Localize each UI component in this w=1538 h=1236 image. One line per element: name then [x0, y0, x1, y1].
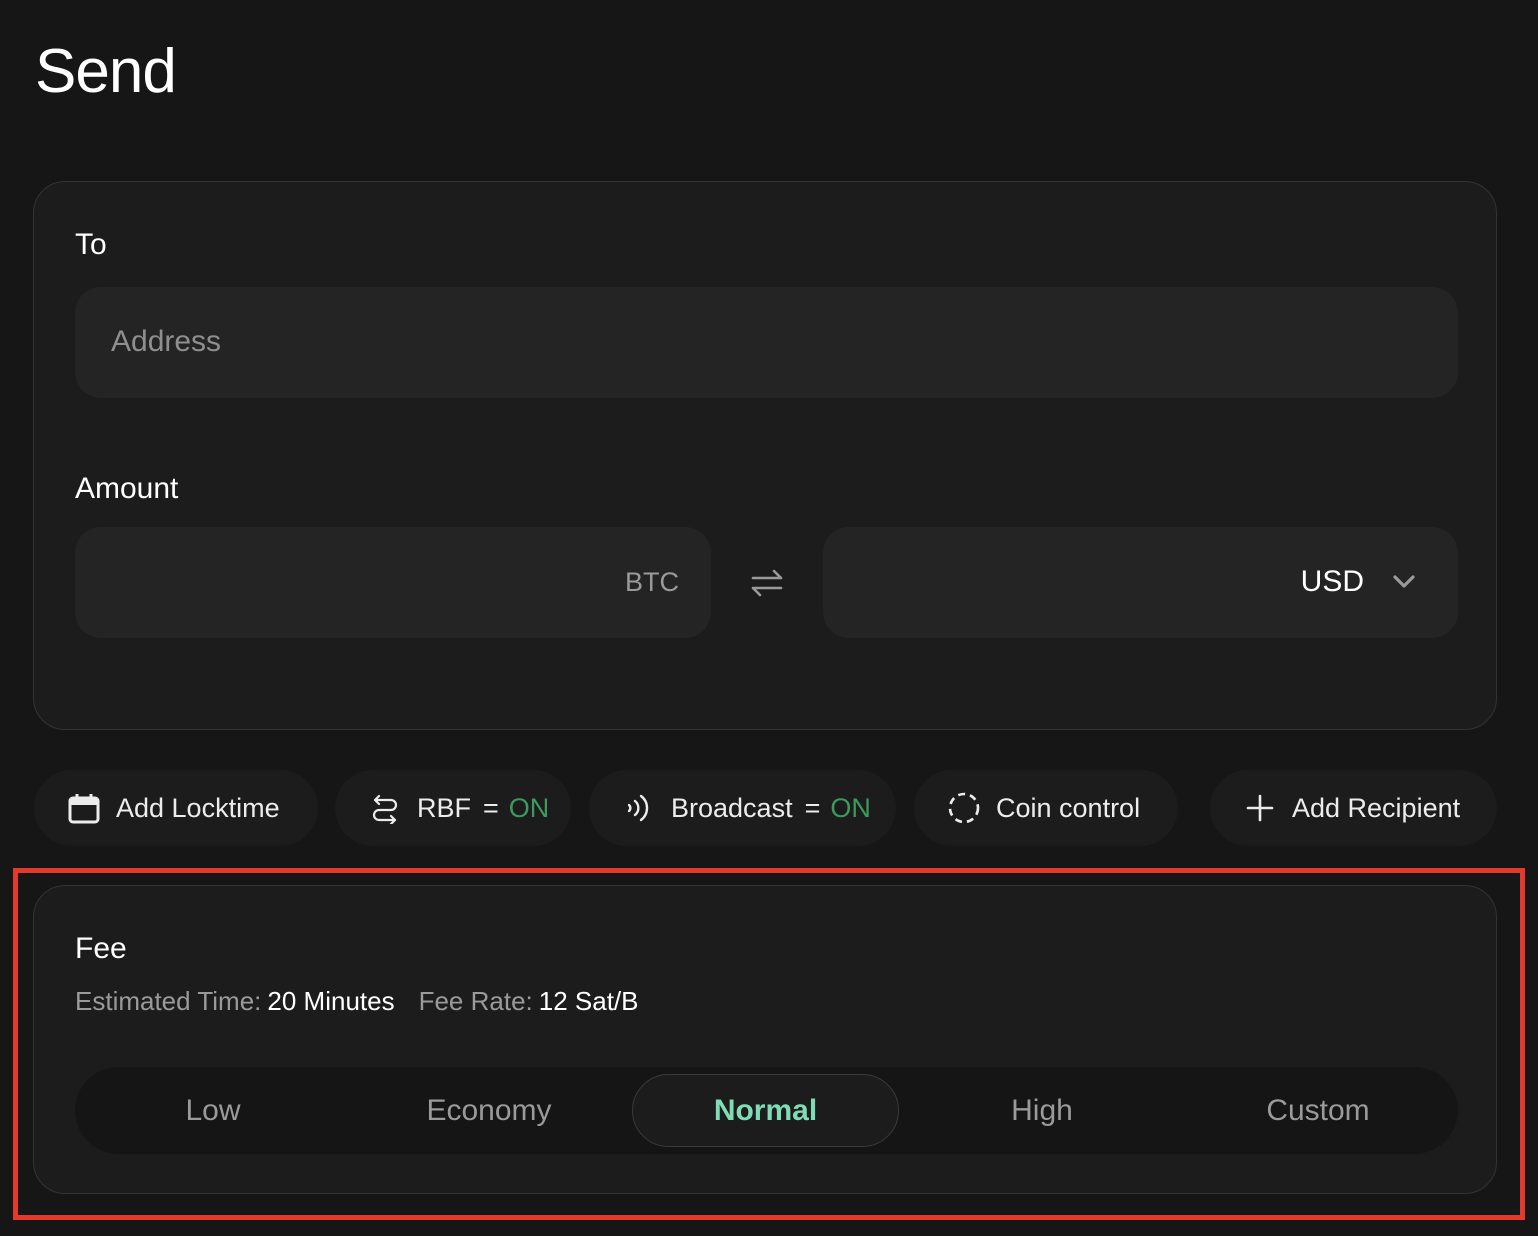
coin-control-button[interactable]: Coin control [914, 770, 1178, 846]
page-title: Send [35, 37, 177, 106]
action-bar: Add Locktime RBF = ON Broadcast = ON Coi… [0, 770, 1538, 846]
chevron-down-icon[interactable] [1392, 573, 1416, 591]
calendar-icon [68, 792, 100, 824]
estimated-time-value: 20 Minutes [267, 986, 395, 1016]
fee-info: Estimated Time: 20 Minutes Fee Rate: 12 Sat… [75, 986, 639, 1017]
coin-control-label: Coin control [996, 792, 1141, 823]
fee-option-low[interactable]: Low [75, 1067, 351, 1154]
to-label: To [75, 228, 107, 261]
fee-rate-label: Fee Rate: [418, 986, 533, 1016]
swap-arrows-icon[interactable] [750, 567, 784, 599]
address-placeholder: Address [111, 325, 222, 358]
rbf-state: ON [508, 792, 550, 823]
equals-sign: = [483, 792, 499, 823]
broadcast-state: ON [830, 792, 871, 823]
send-form-card: To Address Amount BTC USD [33, 181, 1497, 730]
add-recipient-label: Add Recipient [1292, 792, 1461, 823]
rbf-label: RBF [417, 792, 471, 823]
fee-rate-value: 12 Sat/B [538, 986, 639, 1016]
btc-unit-label: BTC [625, 567, 679, 597]
broadcast-icon [623, 792, 655, 824]
equals-sign: = [804, 792, 821, 823]
fee-option-normal[interactable]: Normal [632, 1074, 899, 1147]
dashed-circle-icon [948, 792, 980, 824]
broadcast-label: Broadcast [671, 792, 793, 823]
fee-card: Fee Estimated Time: 20 Minutes Fee Rate: 12… [33, 885, 1497, 1194]
plus-icon [1244, 792, 1276, 824]
fee-label: Fee [75, 932, 127, 965]
currency-select[interactable]: USD [1301, 565, 1364, 599]
rbf-toggle[interactable]: RBF = ON [335, 770, 571, 846]
fiat-amount-input[interactable]: USD [823, 527, 1458, 638]
broadcast-toggle[interactable]: Broadcast = ON [589, 770, 896, 846]
fee-option-economy[interactable]: Economy [351, 1067, 627, 1154]
address-input[interactable]: Address [75, 287, 1458, 398]
fee-option-high[interactable]: High [904, 1067, 1180, 1154]
btc-amount-input[interactable]: BTC [75, 527, 711, 638]
estimated-time-label: Estimated Time: [75, 986, 262, 1016]
amount-label: Amount [75, 472, 179, 505]
add-recipient-button[interactable]: Add Recipient [1210, 770, 1497, 846]
fee-priority-selector: Low Economy Normal High Custom [75, 1067, 1458, 1154]
add-locktime-button[interactable]: Add Locktime [34, 770, 318, 846]
add-locktime-label: Add Locktime [116, 792, 280, 823]
repeat-arrows-icon [369, 792, 401, 824]
fee-option-custom[interactable]: Custom [1180, 1067, 1456, 1154]
